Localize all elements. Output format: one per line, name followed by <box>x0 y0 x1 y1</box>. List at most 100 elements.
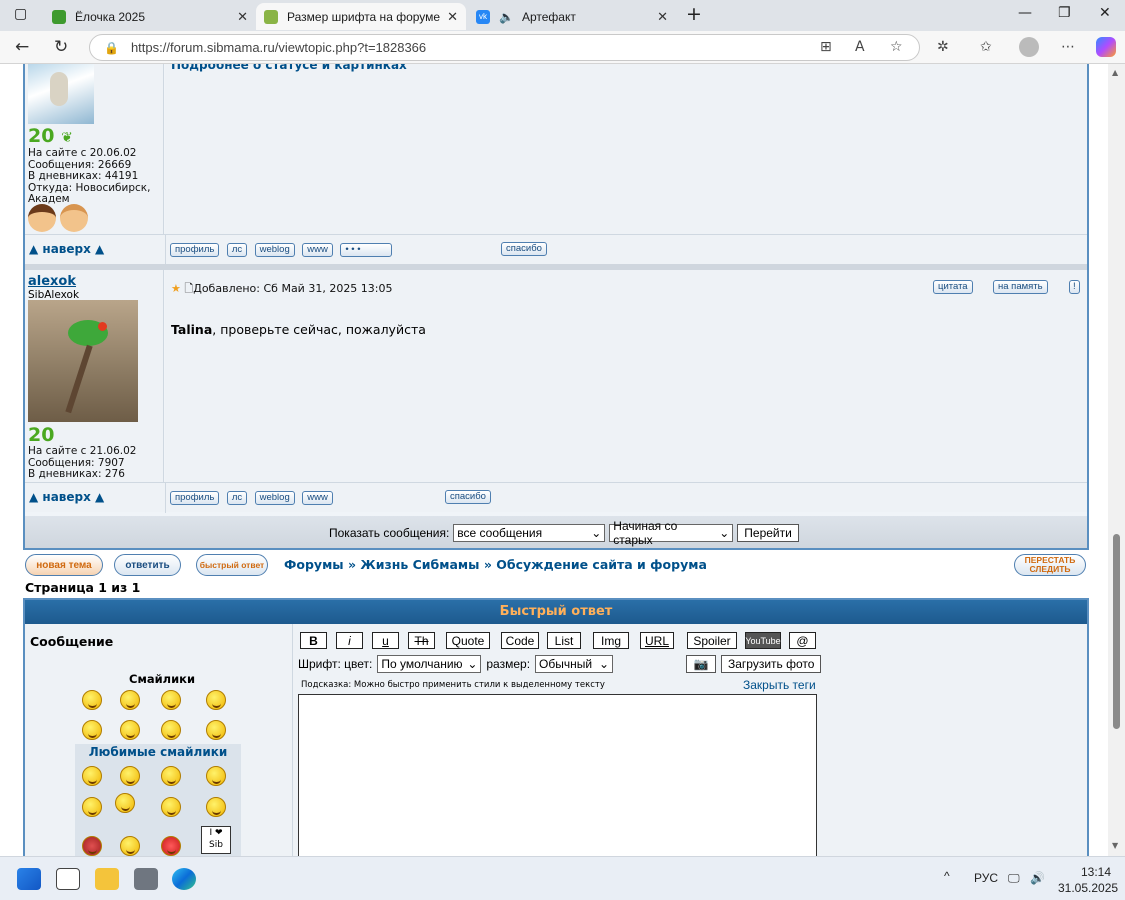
i-love-sibmama-icon[interactable]: I ❤ Sib <box>201 826 231 854</box>
pm-button[interactable]: лс <box>226 243 248 257</box>
message-textarea[interactable] <box>298 694 817 856</box>
store-app-icon[interactable] <box>56 868 80 890</box>
close-icon[interactable]: ✕ <box>237 9 248 25</box>
italic-tag-button[interactable]: i <box>336 632 363 649</box>
smiley-icon[interactable] <box>82 690 102 710</box>
post-link[interactable]: Подробнее о статусе и картинках <box>171 64 407 72</box>
favorites-icon[interactable]: ✩ <box>980 39 992 55</box>
smiley-icon[interactable] <box>206 720 226 740</box>
smiley-icon[interactable] <box>115 793 135 813</box>
crumb-life[interactable]: Жизнь Сибмамы <box>360 557 479 572</box>
scroll-thumb[interactable] <box>1113 534 1120 729</box>
remember-button[interactable]: на память <box>993 280 1048 294</box>
list-tag-button[interactable]: List <box>547 632 581 649</box>
tab-forum[interactable]: Размер шрифта на форуме :: Сибм ✕ <box>256 3 466 30</box>
language-indicator[interactable]: РУС <box>974 871 998 885</box>
reply-button[interactable]: ответить <box>114 554 181 576</box>
start-icon[interactable] <box>17 868 41 890</box>
camera-icon[interactable]: 📷 <box>686 655 716 673</box>
tab-elochka[interactable]: Ёлочка 2025 ✕ <box>44 3 256 30</box>
www-button[interactable]: www <box>302 243 333 257</box>
author-name[interactable]: alexok <box>28 274 76 289</box>
smiley-icon[interactable] <box>206 766 226 786</box>
new-topic-button[interactable]: новая тема <box>25 554 103 576</box>
smiley-icon[interactable] <box>161 720 181 740</box>
read-aloud-icon[interactable]: A <box>855 39 865 55</box>
more-button[interactable]: • • • <box>340 243 393 257</box>
tab-artefakt[interactable]: vk 🔈 Артефакт ✕ <box>468 3 676 30</box>
url-tag-button[interactable]: URL <box>640 632 674 649</box>
close-tags-link[interactable]: Закрыть теги <box>743 678 816 692</box>
scroll-up-icon[interactable]: ▲ <box>1112 68 1118 77</box>
file-explorer-icon[interactable] <box>95 868 119 890</box>
smiley-icon[interactable] <box>82 766 102 786</box>
network-icon[interactable]: 🖵 <box>1008 871 1020 886</box>
smiley-icon[interactable] <box>120 766 140 786</box>
smiley-icon[interactable] <box>206 797 226 817</box>
app-icon[interactable] <box>134 868 158 890</box>
new-tab-icon[interactable]: + <box>686 3 702 25</box>
smiley-icon[interactable] <box>161 766 181 786</box>
crumb-discussion[interactable]: Обсуждение сайта и форума <box>496 557 707 572</box>
weblog-button[interactable]: weblog <box>254 243 295 257</box>
pm-button[interactable]: лс <box>226 491 248 505</box>
quote-tag-button[interactable]: Quote <box>446 632 490 649</box>
favorite-star-icon[interactable]: ☆ <box>890 39 903 55</box>
close-icon[interactable]: ✕ <box>657 9 668 25</box>
img-tag-button[interactable]: Img <box>593 632 629 649</box>
copilot-icon[interactable] <box>1096 37 1116 57</box>
smiley-icon[interactable] <box>120 720 140 740</box>
code-tag-button[interactable]: Code <box>501 632 539 649</box>
report-icon[interactable]: ! <box>1069 280 1080 294</box>
clock-date[interactable]: 31.05.2025 <box>1058 881 1118 895</box>
underline-tag-button[interactable]: u <box>372 632 399 649</box>
smiley-icon[interactable] <box>82 720 102 740</box>
smiley-icon[interactable] <box>161 797 181 817</box>
profile-avatar-icon[interactable] <box>1019 37 1039 57</box>
font-size-select[interactable]: Обычный ⌄ <box>535 655 614 673</box>
tab-actions-icon[interactable]: ▢ <box>14 6 27 22</box>
restore-icon[interactable]: ❐ <box>1058 5 1071 21</box>
menu-dots-icon[interactable]: ⋯ <box>1061 39 1075 55</box>
spoiler-tag-button[interactable]: Spoiler <box>687 632 737 649</box>
show-messages-select[interactable]: все сообщения ⌄ <box>453 524 606 542</box>
quote-button[interactable]: цитата <box>933 280 973 294</box>
crumb-forums[interactable]: Форумы <box>284 557 344 572</box>
edge-icon[interactable] <box>172 868 196 890</box>
speaker-icon[interactable]: 🔈 <box>499 10 514 24</box>
smiley-icon[interactable] <box>161 690 181 710</box>
refresh-icon[interactable]: ↻ <box>54 37 68 57</box>
upload-photo-button[interactable]: Загрузить фото <box>721 655 822 673</box>
order-select[interactable]: Начиная со старых ⌄ <box>609 519 734 547</box>
close-icon[interactable]: ✕ <box>447 9 458 25</box>
weblog-button[interactable]: weblog <box>254 491 295 505</box>
thanks-button[interactable]: спасибо <box>501 242 547 256</box>
close-window-icon[interactable]: ✕ <box>1099 5 1111 21</box>
minimize-icon[interactable]: — <box>1018 5 1032 21</box>
strike-tag-button[interactable]: Th <box>408 632 435 649</box>
page-scrollbar[interactable]: ▲ ▼ <box>1108 64 1125 856</box>
profile-button[interactable]: профиль <box>170 491 220 505</box>
smiley-icon[interactable] <box>82 797 102 817</box>
font-color-select[interactable]: По умолчанию ⌄ <box>377 655 482 673</box>
extensions-icon[interactable]: ✲ <box>937 39 949 55</box>
heart-smiley-icon[interactable] <box>161 836 181 856</box>
thanks-button[interactable]: спасибо <box>445 490 491 504</box>
app-icon[interactable]: ⊞ <box>820 39 832 55</box>
scroll-down-icon[interactable]: ▼ <box>1112 841 1118 850</box>
back-to-top-link[interactable]: ▲ наверх ▲ <box>29 490 104 504</box>
go-button[interactable]: Перейти <box>737 524 799 542</box>
clock-time[interactable]: 13:14 <box>1081 865 1111 879</box>
bold-tag-button[interactable]: B <box>300 632 327 649</box>
mention-tag-button[interactable]: @ <box>789 632 816 649</box>
angry-smiley-icon[interactable] <box>82 836 102 856</box>
smiley-icon[interactable] <box>120 836 140 856</box>
back-icon[interactable]: ← <box>15 37 29 57</box>
youtube-tag-button[interactable]: YouTube <box>745 632 781 649</box>
quick-reply-button[interactable]: быстрый ответ <box>196 554 268 576</box>
volume-icon[interactable]: 🔊 <box>1030 871 1045 885</box>
smiley-icon[interactable] <box>206 690 226 710</box>
stop-following-button[interactable]: ПЕРЕСТАТЬ СЛЕДИТЬ <box>1014 554 1086 576</box>
url-field[interactable]: 🔒 https://forum.sibmama.ru/viewtopic.php… <box>89 34 920 61</box>
smiley-icon[interactable] <box>120 690 140 710</box>
